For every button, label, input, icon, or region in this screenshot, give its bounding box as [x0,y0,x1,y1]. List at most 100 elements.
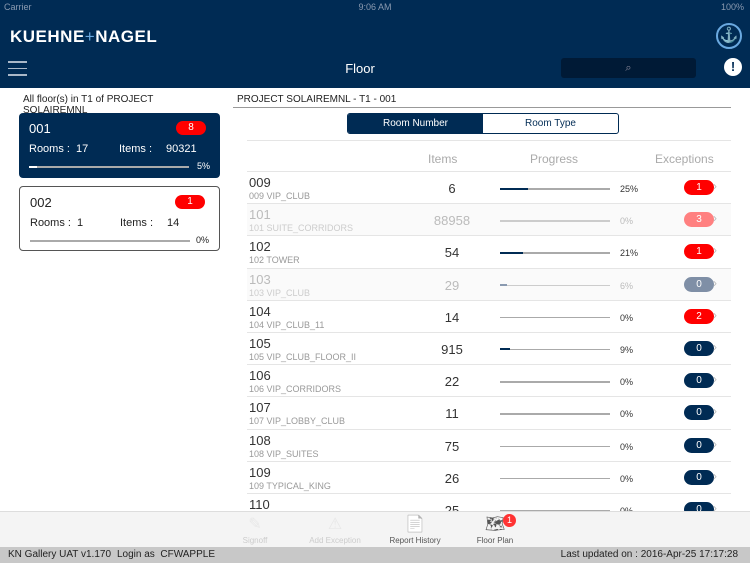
room-progress-bar [500,220,610,222]
floor-progress-bar [30,240,190,242]
exclamation-icon[interactable]: ! [724,58,742,76]
room-progress-bar [500,316,610,319]
tab-signoff[interactable]: ✎ Signoff [215,514,295,545]
tab-add-exception[interactable]: ⚠ Add Exception [295,514,375,545]
table-header: Items Progress Exceptions [247,140,731,172]
room-number: 105 [249,335,271,351]
room-items: 14 [444,309,460,325]
chevron-right-icon: › [713,179,717,193]
room-number: 108 [249,432,271,448]
rooms-count: 17 [76,143,89,155]
room-description: 103 VIP_CLUB [249,287,311,298]
col-exceptions: Exceptions [655,152,714,166]
room-items: 75 [444,438,460,454]
last-updated: Last updated on : 2016-Apr-25 17:17:28 [560,549,738,560]
room-progress-label: 21% [620,248,639,259]
room-description: 106 VIP_CORRIDORS [249,384,342,395]
room-row[interactable]: 103 103 VIP_CLUB 29 6% 0 › [247,268,731,301]
search-input[interactable]: ⌕ [561,58,696,78]
tab-report-history[interactable]: 📄 Report History [375,514,455,545]
room-items: 26 [444,470,460,486]
room-progress-label: 0% [620,473,634,484]
exception-badge: 1 [684,180,714,195]
anchor-icon[interactable]: ⚓ [716,23,742,49]
room-progress-bar [500,413,610,415]
bottom-toolbar: ✎ Signoff ⚠ Add Exception 📄 Report History 🗺 Fl… [0,511,750,547]
items-label: Items : [119,143,153,155]
room-list: 009 009 VIP_CLUB 6 25% 1 › 101 101 SUITE_… [247,172,731,527]
chevron-right-icon: › [713,468,717,483]
chevron-right-icon: › [713,275,717,290]
kuehne-nagel-logo: KUEHNE+NAGEL [10,27,158,46]
room-number: 110 [249,496,270,512]
exception-badge: 1 [684,244,714,260]
room-number: 103 [249,271,271,287]
rooms-count: 1 [77,217,84,229]
room-number: 009 [249,175,271,190]
search-icon: ⌕ [625,62,632,74]
room-items: 88958 [433,213,471,229]
items-count: 90321 [166,143,197,155]
login-info: Login as CFWAPPLE [117,549,216,560]
room-row[interactable]: 106 106 VIP_CORRIDORS 22 0% 0 › [247,365,731,398]
room-number: 106 [249,368,271,384]
rooms-label: Rooms : [30,217,71,229]
room-items: 29 [444,277,460,293]
room-description: 009 VIP_CLUB [249,191,311,201]
room-progress-label: 0% [620,216,634,227]
room-description: 109 TYPICAL_KING [249,480,331,491]
room-progress-bar [500,445,610,447]
floor-card[interactable]: 001 8 Rooms :17 Items :90321 5% [19,113,220,178]
room-description: 101 SUITE_CORRIDORS [249,223,354,234]
room-description: 105 VIP_CLUB_FLOOR_II [249,351,357,362]
tab-floor-plan[interactable]: 🗺 Floor Plan 1 [455,514,535,545]
room-row[interactable]: 104 104 VIP_CLUB_11 14 0% 2 › [247,300,731,333]
room-items: 22 [444,374,460,390]
floor-progress-label: 5% [196,161,210,171]
room-progress-bar [500,251,610,254]
chevron-right-icon: › [713,307,717,322]
room-row[interactable]: 102 102 TOWER 54 21% 1 › [247,236,731,269]
sort-segmented-control: Room Number Room Type [347,113,619,134]
room-items: 915 [441,341,463,357]
room-description: 107 VIP_LOBBY_CLUB [249,416,346,427]
exception-badge: 0 [684,373,714,389]
room-row[interactable]: 109 109 TYPICAL_KING 26 0% 0 › [247,461,731,494]
room-progress-bar [500,381,610,383]
room-row[interactable]: 108 108 VIP_SUITES 75 0% 0 › [247,429,731,462]
room-number: 102 [249,239,271,255]
chevron-right-icon: › [713,211,717,226]
exception-badge: 2 [684,308,714,324]
room-row[interactable]: 107 107 VIP_LOBBY_CLUB 11 0% 0 › [247,397,731,430]
room-progress-label: 25% [620,184,639,194]
app-header: Carrier 9:06 AM 100% KUEHNE+NAGEL ⚓ Floo… [0,0,750,88]
app-version: KN Gallery UAT v1.170 [8,549,112,560]
room-items: 54 [444,245,460,261]
report-icon: 📄 [405,516,425,533]
room-progress-label: 0% [620,312,634,323]
battery: 100% [720,2,744,12]
room-progress-label: 9% [620,344,634,355]
floor-heading: PROJECT SOLAIREMNL - T1 - 001 [233,94,731,108]
room-progress-bar [500,284,610,287]
room-row[interactable]: 105 105 VIP_CLUB_FLOOR_II 915 9% 0 › [247,332,731,366]
room-items: 6 [448,181,456,196]
col-progress: Progress [530,152,579,166]
rooms-label: Rooms : [29,143,70,155]
exception-badge: 0 [684,276,714,292]
segment-room-type[interactable]: Room Type [483,114,618,133]
room-progress-bar [500,348,610,351]
segment-room-number[interactable]: Room Number [348,114,483,133]
room-row[interactable]: 101 101 SUITE_CORRIDORS 88958 0% 3 › [247,204,731,237]
room-number: 101 [249,207,271,223]
warning-icon: ⚠ [327,516,343,533]
room-progress-label: 0% [620,441,634,452]
room-number: 109 [249,464,271,480]
tab-label: Floor Plan [476,536,514,545]
tab-label: Signoff [242,536,268,545]
exception-badge: 0 [684,469,714,485]
room-row[interactable]: 009 009 VIP_CLUB 6 25% 1 › [247,172,731,205]
room-progress-bar [500,477,610,480]
room-description: 102 TOWER [249,255,300,266]
floor-card[interactable]: 002 1 Rooms :1 Items :14 0% [19,186,220,251]
